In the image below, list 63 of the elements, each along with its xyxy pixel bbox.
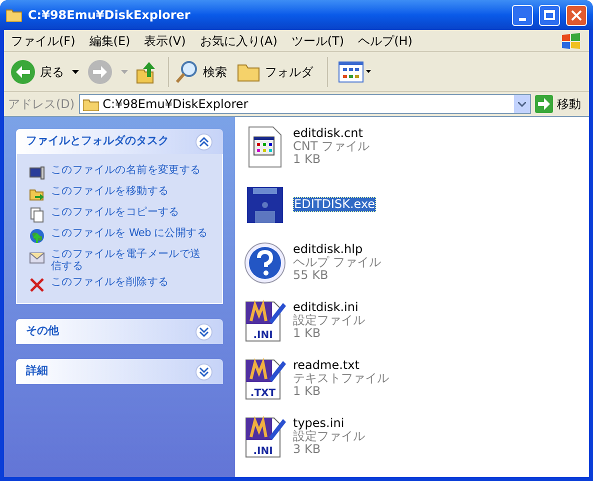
document-icon [29,207,45,223]
file-name[interactable]: types.ini [293,417,365,430]
help-icon [243,240,287,284]
dropdown-button[interactable] [514,95,530,113]
panel-header[interactable]: ファイルとフォルダのタスク [16,129,223,154]
menu-item[interactable]: ファイル(F) [4,32,82,50]
task-link[interactable]: このファイルを削除する [51,276,169,288]
menu-item[interactable]: ツール(T) [284,32,352,50]
back-button[interactable]: 戻る [10,58,64,84]
search-icon [175,60,199,84]
folder-icon [6,8,22,22]
globe-icon [29,228,45,244]
panel-header[interactable]: その他 [16,319,223,344]
folder-up-icon[interactable] [136,60,158,84]
file-type: 設定ファイル [293,314,365,327]
task-link[interactable]: このファイルを電子メールで送信する [51,248,210,272]
file-type: ヘルプ ファイル [293,256,381,269]
task-link[interactable]: このファイルを Web に公開する [51,227,208,239]
expand-icon[interactable] [195,362,213,380]
chevron-down-icon [518,102,526,106]
monitor-icon [29,165,45,181]
task-link[interactable]: このファイルをコピーする [51,206,180,218]
file-type: 設定ファイル [293,430,365,443]
panel-title: その他 [26,323,60,340]
search-button[interactable]: 検索 [173,60,229,84]
file-name[interactable]: editdisk.cnt [293,127,370,140]
task-link[interactable]: このファイルを移動する [51,185,169,197]
maximize-button[interactable] [539,4,560,26]
file-size: 3 KB [293,443,322,456]
file-size: 1 KB [293,385,322,398]
close-icon [571,10,582,20]
panel-header[interactable]: 詳細 [16,359,223,384]
panel-title: ファイルとフォルダのタスク [26,133,170,150]
expand-icon[interactable] [195,322,213,340]
menu-item[interactable]: お気に入り(A) [192,32,284,50]
windows-logo-icon [561,32,581,50]
folder-icon [82,98,99,110]
address-field[interactable]: C:¥98Emu¥DiskExplorer [78,94,531,114]
file-type: CNT ファイル [293,140,370,153]
go-button[interactable]: 移動 [535,95,585,113]
menu-item[interactable]: ヘルプ(H) [351,32,420,50]
close-button[interactable] [566,4,587,26]
delete-icon [29,277,45,293]
caret-icon[interactable] [72,70,79,74]
minimize-button[interactable] [512,4,533,26]
views-icon[interactable] [338,60,372,82]
file-name[interactable]: EDITDISK.exe [293,197,376,212]
file-name[interactable]: readme.txt [293,359,389,372]
menu-item[interactable]: 編集(E) [82,32,138,50]
file-type: テキストファイル [293,372,389,385]
window-title: C:¥98Emu¥DiskExplorer [28,7,192,24]
arrow-right-icon [535,95,553,113]
file-size: 55 KB [293,269,330,282]
collapse-icon[interactable] [195,132,213,150]
file-size: 1 KB [293,153,322,166]
folders-button[interactable]: フォルダ [233,60,317,82]
menu-item[interactable]: 表示(V) [137,32,193,50]
file-name[interactable]: editdisk.ini [293,301,365,314]
task-link[interactable]: このファイルの名前を変更する [51,164,201,176]
address-label: アドレス(D) [8,96,75,113]
file-size: 1 KB [293,327,322,340]
file-name[interactable]: editdisk.hlp [293,243,381,256]
panel-title: 詳細 [26,363,49,380]
